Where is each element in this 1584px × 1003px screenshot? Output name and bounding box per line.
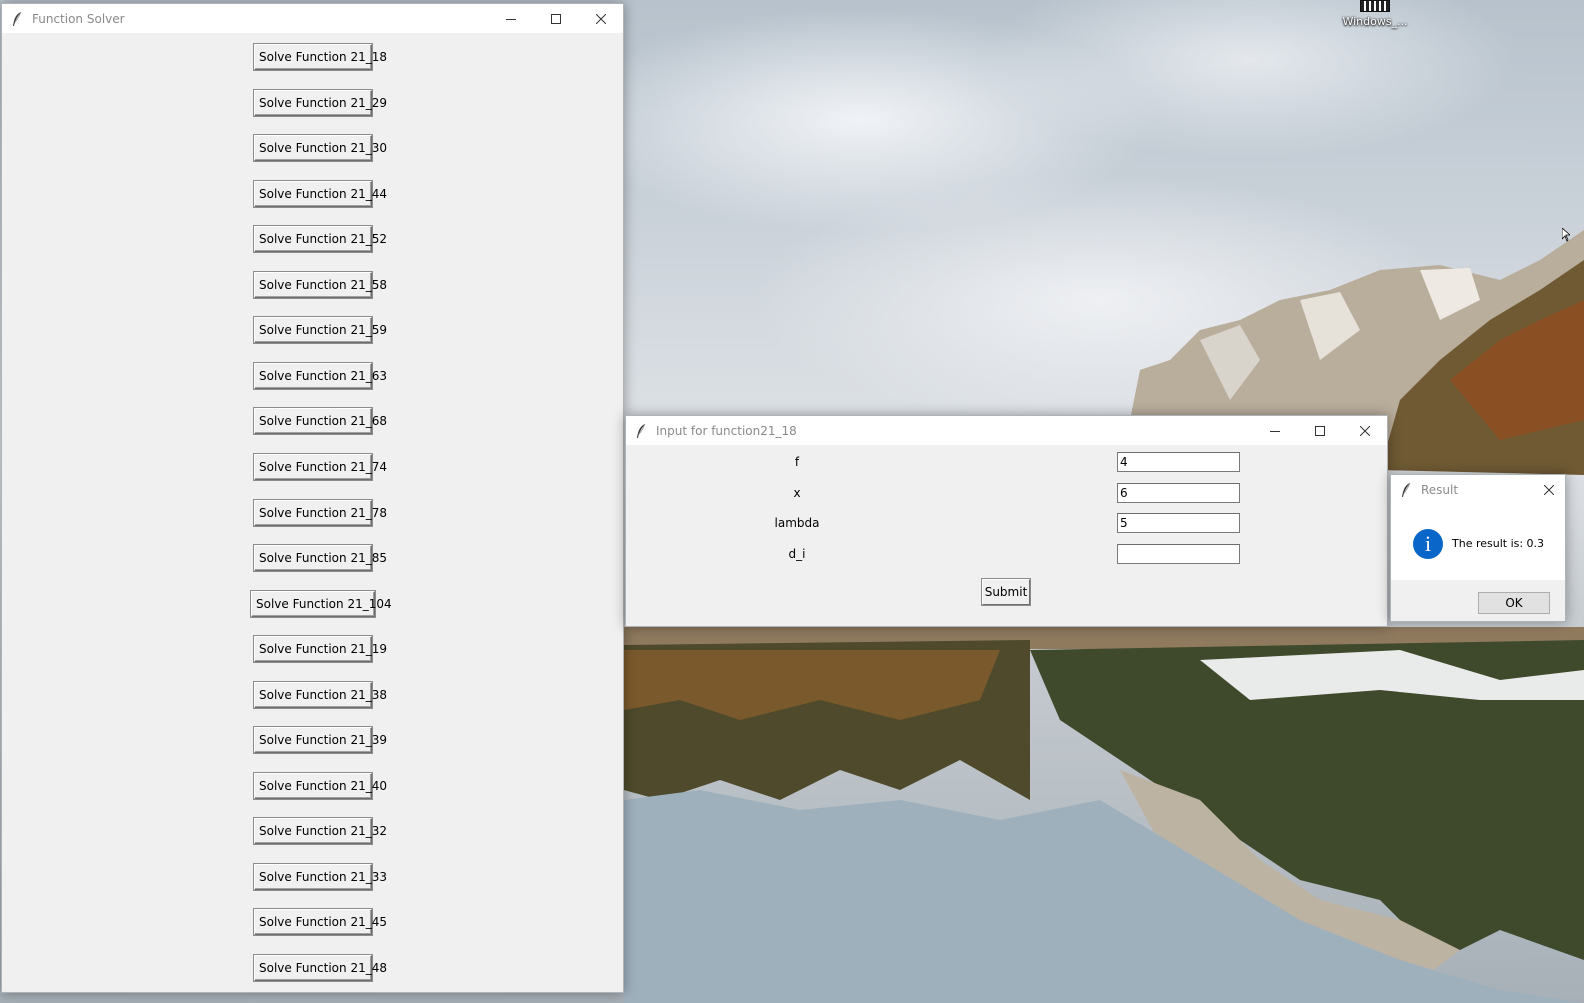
minimize-icon: [505, 18, 516, 20]
field-label-f: f: [794, 455, 800, 469]
solve-function-button[interactable]: Solve Function 21_18: [254, 44, 387, 70]
dialog-title: Result: [1421, 482, 1459, 497]
result-message: The result is: 0.3: [1452, 537, 1545, 550]
shortcut-icon: [1360, 0, 1390, 12]
solve-function-button[interactable]: Solve Function 21_59: [254, 317, 387, 344]
window-title: Function Solver: [32, 11, 125, 26]
maximize-button[interactable]: [533, 4, 578, 33]
solve-function-button[interactable]: Solve Function 21_58: [254, 271, 387, 298]
solve-function-button[interactable]: Solve Function 21_40: [254, 772, 387, 799]
solve-function-button[interactable]: Solve Function 21_44: [254, 180, 387, 207]
input-form: f x lambda d_i Submit: [626, 446, 1387, 626]
solve-function-button[interactable]: Solve Function 21_30: [254, 135, 387, 162]
close-icon: [1359, 425, 1370, 436]
solve-function-button[interactable]: Solve Function 21_29: [254, 89, 387, 116]
ok-button[interactable]: OK: [1478, 592, 1550, 614]
solve-function-button[interactable]: Solve Function 21_48: [254, 955, 387, 981]
f-input[interactable]: [1117, 452, 1240, 472]
dialog-button-bar: OK: [1391, 580, 1565, 621]
solve-function-button[interactable]: Solve Function 21_39: [254, 727, 387, 754]
solve-button-list: Solve Function 21_18 Solve Function 21_29…: [2, 34, 623, 992]
close-icon: [595, 13, 606, 24]
close-icon: [1544, 484, 1554, 495]
maximize-icon: [550, 13, 561, 24]
close-button[interactable]: [1342, 416, 1387, 445]
solve-function-button[interactable]: Solve Function 21_33: [254, 863, 387, 890]
input-window: Input for function21_18 f x lambda d_i S…: [625, 415, 1388, 627]
close-button[interactable]: [1533, 475, 1565, 504]
window-title: Input for function21_18: [656, 423, 797, 438]
field-label-d-i: d_i: [788, 547, 806, 561]
d-i-input[interactable]: [1117, 544, 1240, 564]
close-button[interactable]: [578, 4, 623, 33]
solve-function-button[interactable]: Solve Function 21_32: [254, 818, 387, 845]
minimize-button[interactable]: [488, 4, 533, 33]
feather-icon: [1402, 482, 1411, 497]
function-solver-window: Function Solver Solve Function 21_18 Solv…: [1, 3, 624, 993]
titlebar[interactable]: Input for function21_18: [626, 416, 1387, 445]
field-label-lambda: lambda: [774, 516, 820, 530]
solve-function-button[interactable]: Solve Function 21_52: [254, 226, 387, 253]
maximize-button[interactable]: [1297, 416, 1342, 445]
solve-function-button[interactable]: Solve Function 21_68: [254, 408, 387, 435]
lambda-input[interactable]: [1117, 513, 1240, 533]
feather-icon: [637, 423, 646, 438]
message-area: i The result is: 0.3: [1391, 504, 1565, 580]
desktop-shortcut[interactable]: Windows_...: [1338, 0, 1412, 34]
solve-function-button[interactable]: Solve Function 21_63: [254, 362, 387, 389]
solve-function-button[interactable]: Solve Function 21_104: [251, 590, 392, 617]
solve-function-button[interactable]: Solve Function 21_74: [254, 453, 387, 480]
x-input[interactable]: [1117, 483, 1240, 503]
solve-function-button[interactable]: Solve Function 21_38: [254, 681, 387, 708]
feather-icon: [13, 11, 22, 26]
minimize-icon: [1269, 430, 1280, 432]
titlebar[interactable]: Result: [1391, 475, 1565, 504]
submit-button[interactable]: Submit: [982, 579, 1030, 605]
desktop-shortcut-label: Windows_...: [1342, 15, 1408, 28]
maximize-icon: [1314, 425, 1325, 436]
titlebar[interactable]: Function Solver: [2, 4, 623, 33]
solve-function-button[interactable]: Solve Function 21_85: [254, 545, 387, 572]
mouse-cursor-icon: [1562, 228, 1570, 242]
field-label-x: x: [793, 486, 801, 500]
solve-function-button[interactable]: Solve Function 21_45: [254, 909, 387, 936]
minimize-button[interactable]: [1252, 416, 1297, 445]
result-dialog: Result i The result is: 0.3 OK: [1390, 474, 1566, 622]
solve-function-button[interactable]: Solve Function 21_78: [254, 499, 387, 526]
solve-function-button[interactable]: Solve Function 21_19: [254, 636, 387, 663]
info-icon: i: [1413, 529, 1443, 559]
